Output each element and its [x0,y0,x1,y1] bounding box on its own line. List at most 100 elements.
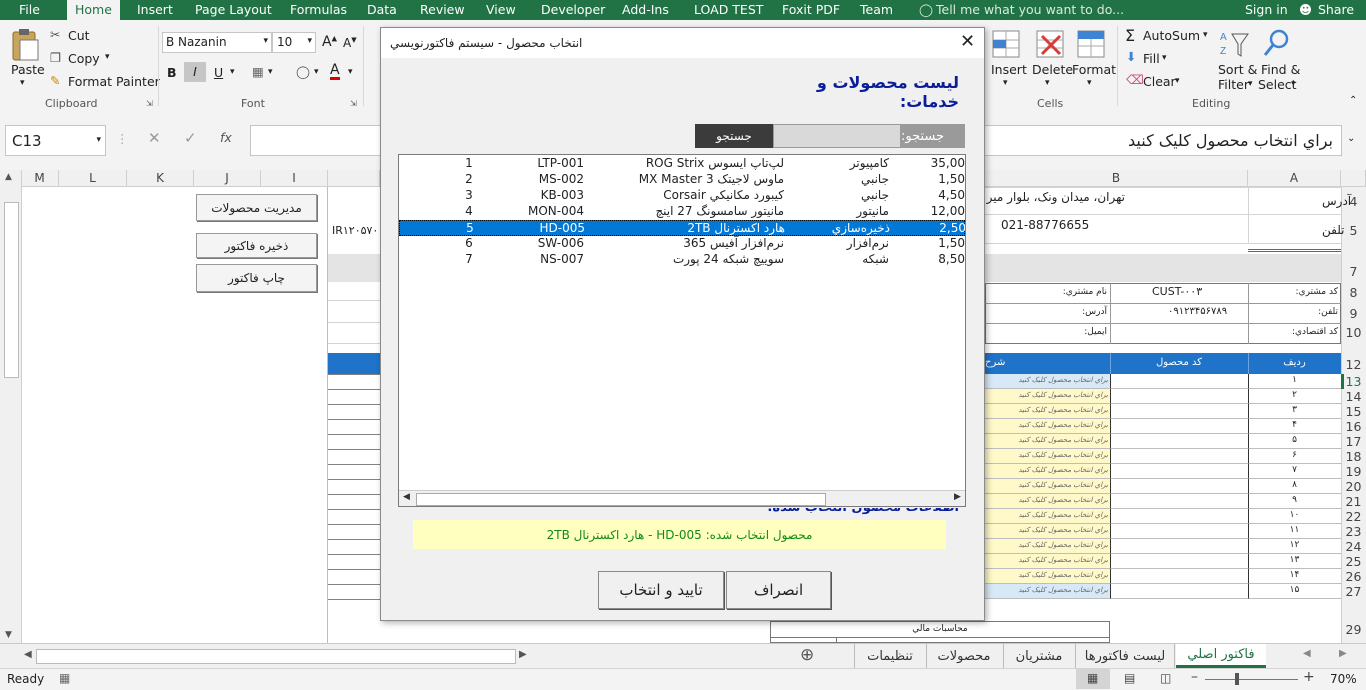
row-number[interactable]: 21 [1342,494,1365,509]
horizontal-scrollbar-thumb[interactable] [36,649,516,664]
italic-button[interactable]: I [184,62,206,82]
grow-font-icon[interactable]: A▲ [322,34,337,50]
chevron-down-icon[interactable]: ▾ [1003,78,1008,88]
copy-dropdown-icon[interactable]: ▾ [105,52,110,62]
list-row[interactable]: 4,50 جانبي کيبورد مکانيکي Corsair KB-003 3 [399,188,965,204]
invoice-product-code-cell[interactable] [1110,494,1248,509]
tab-data[interactable]: Data [367,2,397,17]
collapse-ribbon-icon[interactable]: ⌃ [1349,95,1357,106]
insert-cells-button[interactable]: Insert [991,62,1027,77]
search-button[interactable]: جستجو [695,124,773,148]
tab-insert[interactable]: Insert [137,2,173,17]
tab-view[interactable]: View [486,2,516,17]
tab-formulas[interactable]: Formulas [290,2,347,17]
row-number[interactable]: 20 [1342,479,1365,494]
invoice-product-code-cell[interactable] [1110,524,1248,539]
page-layout-view-icon[interactable]: ▤ [1124,671,1135,685]
invoice-product-code-cell[interactable] [1110,569,1248,584]
row-number[interactable]: 29 [1342,622,1365,637]
page-break-view-icon[interactable]: ◫ [1160,671,1171,685]
fill-color-dropdown-icon[interactable]: ▾ [314,67,319,77]
invoice-product-code-cell[interactable] [1110,479,1248,494]
print-invoice-button[interactable]: چاپ فاکتور [196,264,317,292]
row-number[interactable]: 26 [1342,569,1365,584]
scroll-up-icon[interactable]: ▲ [5,172,12,182]
chevron-down-icon[interactable]: ▾ [1087,78,1092,88]
next-sheet-icon[interactable]: ▶ [1339,648,1347,659]
tab-team[interactable]: Team [860,2,893,17]
invoice-product-code-cell[interactable] [1110,434,1248,449]
chevron-down-icon[interactable]: ▾ [1175,76,1180,86]
invoice-product-code-cell[interactable] [1110,449,1248,464]
prev-sheet-icon[interactable]: ◀ [1303,648,1311,659]
list-row[interactable]: 12,00 مانيتور مانيتور سامسونگ 27 اينچ MON-0… [399,204,965,220]
shrink-font-icon[interactable]: A▼ [343,36,357,50]
expand-formula-icon[interactable]: ⌄ [1347,133,1355,144]
list-row[interactable]: 2,50 ذخيره‌سازي هارد اکسترنال 2TB HD-005 5 [399,220,965,236]
row-number[interactable]: 14 [1342,389,1365,404]
bold-button[interactable]: B [167,65,177,80]
row-number[interactable]: 16 [1342,419,1365,434]
borders-dropdown-icon[interactable]: ▾ [268,67,273,77]
invoice-product-code-cell[interactable] [1110,374,1248,389]
invoice-product-code-cell[interactable] [1110,509,1248,524]
zoom-slider-thumb[interactable] [1235,673,1239,685]
column-header-l[interactable]: L [59,170,127,187]
new-sheet-icon[interactable]: ⊕ [800,645,814,665]
scroll-right-icon[interactable]: ▶ [954,492,961,502]
clipboard-launcher-icon[interactable]: ⇲ [146,99,153,108]
tab-load-test[interactable]: LOAD TEST [694,2,763,17]
zoom-out-icon[interactable]: – [1191,669,1198,685]
invoice-product-code-cell[interactable] [1110,539,1248,554]
underline-dropdown-icon[interactable]: ▾ [230,67,235,77]
tab-file[interactable]: File [19,2,40,17]
tab-foxit-pdf[interactable]: Foxit PDF [782,2,840,17]
fill-color-icon[interactable]: ◯ [296,64,310,79]
row-number[interactable]: 9 [1342,306,1365,321]
sheet-tab-products[interactable]: محصولات [926,644,1001,668]
column-header[interactable] [328,170,380,187]
row-number[interactable]: 5 [1342,223,1365,238]
scrollbar-thumb[interactable] [4,202,19,378]
paste-dropdown-icon[interactable]: ▾ [20,78,25,88]
macro-record-icon[interactable]: ▦ [59,671,70,685]
copy-button[interactable]: Copy [68,51,100,66]
sign-in-link[interactable]: Sign in [1245,2,1288,17]
share-button[interactable]: Share [1318,2,1354,17]
column-header-b[interactable]: B [985,170,1248,187]
row-number[interactable]: 22 [1342,509,1365,524]
sheet-tab-invoice-list[interactable]: ليست فاکتورها [1075,644,1175,668]
insert-function-icon[interactable]: fx [220,130,232,145]
row-number[interactable]: 7 [1342,264,1365,279]
borders-icon[interactable]: ▦ [252,64,264,79]
cut-button[interactable]: Cut [68,28,90,43]
row-number[interactable]: 27 [1342,584,1365,599]
sheet-tab-settings[interactable]: تنظيمات [854,644,925,668]
invoice-product-code-cell[interactable] [1110,554,1248,569]
row-number[interactable]: 17 [1342,434,1365,449]
tab-developer[interactable]: Developer [541,2,605,17]
name-box[interactable]: C13 ▾ [5,125,106,156]
delete-cells-button[interactable]: Delete [1032,62,1073,77]
row-number[interactable]: 24 [1342,539,1365,554]
sheet-tab-customers[interactable]: مشتريان [1003,644,1074,668]
row-number[interactable]: 15 [1342,404,1365,419]
font-launcher-icon[interactable]: ⇲ [350,99,357,108]
close-icon[interactable]: ✕ [960,31,975,52]
products-listbox[interactable]: 35,00 کامپيوتر لپ‌تاپ ايسوس ROG Strix LTP-0… [398,154,966,507]
font-color-icon[interactable]: A [330,63,340,80]
cancel-button[interactable]: انصراف [726,571,831,609]
underline-button[interactable]: U [214,65,223,80]
row-number[interactable]: 10 [1342,325,1365,340]
column-header-a[interactable]: A [1248,170,1341,187]
tab-add-ins[interactable]: Add-Ins [622,2,669,17]
fill-button[interactable]: Fill [1143,51,1160,66]
cancel-icon[interactable]: ✕ [148,129,161,147]
column-header-m[interactable]: M [21,170,59,187]
invoice-product-code-cell[interactable] [1110,404,1248,419]
tab-page-layout[interactable]: Page Layout [195,2,272,17]
format-painter-button[interactable]: Format Painter [68,74,160,89]
invoice-product-code-cell[interactable] [1110,584,1248,599]
scroll-left-icon[interactable]: ◀ [403,492,410,502]
chevron-down-icon[interactable]: ▾ [1248,79,1253,89]
